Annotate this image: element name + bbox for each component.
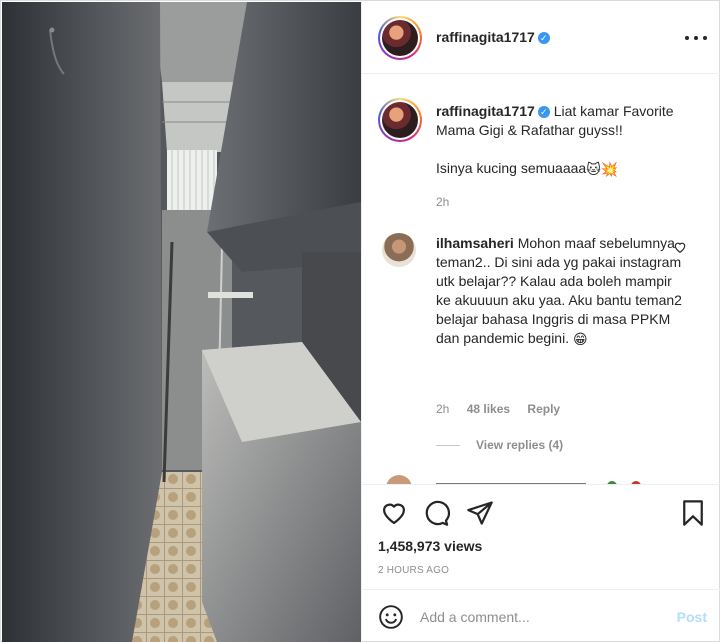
view-count[interactable]: 1,458,973 views — [378, 538, 482, 554]
author-avatar[interactable] — [378, 16, 422, 60]
room-photo — [2, 2, 361, 642]
comment-meta: 2h 48 likes Reply — [436, 402, 574, 416]
post-header: raffinagita1717 ✓ — [362, 2, 720, 74]
caption-emojis: 🐱💥 — [586, 161, 619, 177]
caption: raffinagita1717 ✓ Liat kamar Favorite Mam… — [436, 102, 706, 179]
caption-username[interactable]: raffinagita1717 — [436, 103, 535, 119]
view-replies-button[interactable]: View replies (4) — [436, 438, 563, 452]
verified-badge-icon: ✓ — [537, 32, 550, 44]
post-details-pane: raffinagita1717 ✓ raffinagita1717 ✓ Liat k… — [361, 2, 720, 642]
comment-reply-button[interactable]: Reply — [527, 402, 560, 416]
instagram-post-frame: raffinagita1717 ✓ raffinagita1717 ✓ Liat k… — [0, 0, 720, 642]
verified-badge-icon: ✓ — [537, 106, 550, 118]
comment: ilhamsaheri Mohon maaf sebelumnya teman2… — [436, 234, 684, 349]
add-comment-bar: Post — [362, 589, 720, 642]
comment-input[interactable] — [420, 605, 660, 629]
post-media-video[interactable] — [2, 2, 361, 642]
comment-icon[interactable] — [422, 499, 450, 527]
caption-text-line2: Isinya kucing semuaaaa — [436, 160, 587, 176]
view-replies-label: View replies (4) — [476, 438, 564, 452]
caption-time[interactable]: 2h — [436, 195, 449, 209]
bookmark-icon[interactable] — [679, 499, 707, 527]
caption-author-avatar[interactable] — [378, 98, 422, 142]
post-timestamp[interactable]: 2 HOURS AGO — [378, 565, 449, 576]
comment-likes[interactable]: 48 likes — [467, 402, 510, 416]
more-options-icon[interactable] — [685, 30, 707, 46]
comment-emoji: 😁 — [573, 331, 588, 347]
comment-username[interactable]: ilhamsaheri — [436, 235, 514, 251]
author-username-link[interactable]: raffinagita1717 ✓ — [436, 29, 550, 45]
commenter-avatar[interactable] — [382, 233, 416, 267]
post-comment-button[interactable]: Post — [677, 609, 707, 625]
comments-list[interactable]: raffinagita1717 ✓ Liat kamar Favorite Mam… — [362, 74, 720, 484]
author-username[interactable]: raffinagita1717 — [436, 29, 535, 45]
comment-body: Mohon maaf sebelumnya teman2.. Di sini a… — [436, 235, 682, 346]
next-comment-partial — [386, 475, 641, 484]
post-actions: 1,458,973 views 2 HOURS AGO Post — [362, 484, 720, 642]
share-icon[interactable] — [466, 499, 494, 527]
comment-like-icon[interactable] — [673, 240, 687, 254]
emoji-icon[interactable] — [378, 604, 404, 630]
comment-time[interactable]: 2h — [436, 402, 449, 416]
heart-icon[interactable] — [380, 499, 408, 527]
